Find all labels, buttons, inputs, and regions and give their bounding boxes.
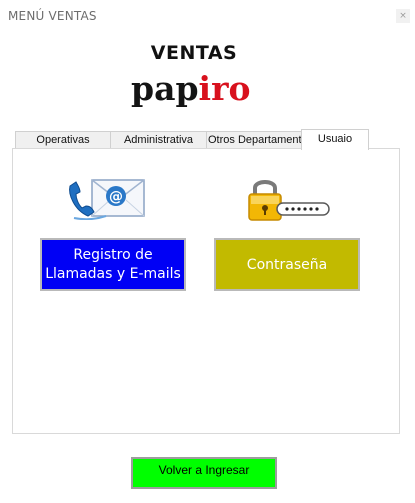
password-button[interactable]: Contraseña bbox=[214, 238, 360, 291]
phone-email-icon: @ bbox=[69, 179, 145, 220]
close-button[interactable]: × bbox=[396, 9, 410, 23]
tab-label: Otros Departamentos bbox=[208, 134, 303, 146]
logo-text-dark: pap bbox=[131, 69, 199, 108]
close-icon: × bbox=[399, 11, 407, 21]
menu-ventas-window: MENÚ VENTAS × VENTAS papiro Operativas A… bbox=[0, 0, 415, 503]
tab-otros-departamentos[interactable]: Otros Departamentos bbox=[206, 131, 303, 148]
register-calls-emails-button[interactable]: Registro de Llamadas y E-mails bbox=[40, 238, 186, 291]
register-button-line2: Llamadas y E-mails bbox=[45, 265, 181, 282]
register-button-line1: Registro de bbox=[73, 246, 153, 263]
back-button-label: Volver a Ingresar bbox=[158, 463, 250, 477]
back-to-login-button[interactable]: Volver a Ingresar bbox=[131, 457, 277, 489]
tab-label: Usuaio bbox=[317, 133, 353, 145]
padlock-password-icon bbox=[248, 180, 330, 221]
password-button-label: Contraseña bbox=[246, 256, 328, 273]
tab-usuaio[interactable]: Usuaio bbox=[301, 129, 369, 150]
tab-label: Administrativa bbox=[123, 134, 194, 146]
page-title: VENTAS bbox=[150, 42, 238, 64]
tab-label: Operativas bbox=[36, 134, 90, 146]
window-title: MENÚ VENTAS bbox=[8, 9, 97, 23]
papiro-logo: papiro bbox=[131, 67, 250, 111]
tab-operativas[interactable]: Operativas bbox=[15, 131, 111, 148]
logo-text-red: iro bbox=[198, 69, 251, 108]
tab-administrativa[interactable]: Administrativa bbox=[110, 131, 207, 148]
svg-text:@: @ bbox=[109, 189, 123, 205]
title-bar: MENÚ VENTAS × bbox=[0, 0, 415, 32]
